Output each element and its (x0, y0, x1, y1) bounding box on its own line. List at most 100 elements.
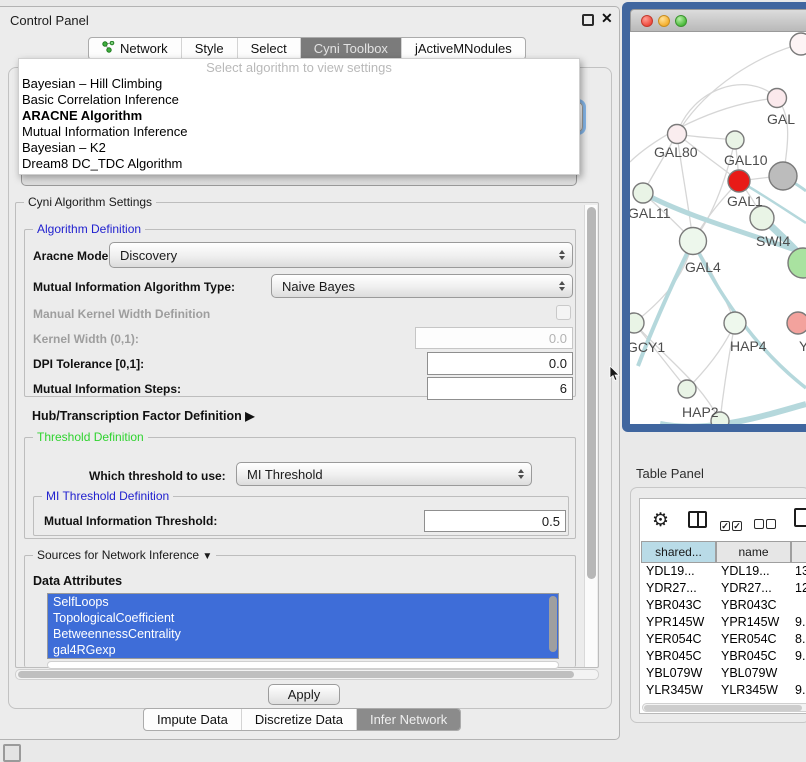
close-icon[interactable]: ✕ (601, 10, 613, 27)
cell-shared: YLR345W (646, 683, 703, 697)
columns-icon[interactable] (688, 511, 707, 528)
combo-arrows-icon (559, 281, 565, 291)
float-window-icon[interactable] (582, 14, 594, 26)
tab-cyni-toolbox[interactable]: Cyni Toolbox (301, 38, 402, 59)
zoom-traffic-light[interactable] (675, 15, 687, 27)
cell-shared: YBR045C (646, 649, 702, 663)
gear-icon[interactable]: ⚙ (652, 509, 669, 532)
node-swi4[interactable] (750, 206, 774, 230)
list-item[interactable]: gal4RGexp (48, 642, 558, 658)
node-label: SWI4 (756, 233, 790, 249)
deselect-all-checkboxes-icon[interactable] (754, 516, 776, 534)
threshold-definition-title: Threshold Definition (33, 430, 148, 444)
node-gal-top[interactable] (768, 89, 787, 108)
tab-impute-data[interactable]: Impute Data (144, 709, 242, 730)
column-header-name-label: name (738, 545, 768, 559)
combo-arrows-icon (518, 469, 524, 479)
table-row[interactable]: YBR043C YBR043C (641, 598, 806, 615)
list-scrollbar-thumb[interactable] (549, 596, 557, 652)
aracne-mode-label: Aracne Mode: (33, 249, 112, 263)
node-partial-top[interactable] (790, 33, 806, 55)
node-gcy1[interactable] (630, 313, 644, 333)
node-hap4[interactable] (724, 312, 746, 334)
node-gal11[interactable] (633, 183, 653, 203)
dpi-tolerance-label: DPI Tolerance [0,1]: (33, 357, 144, 371)
node-gal4[interactable] (680, 228, 707, 255)
column-header-name[interactable]: name (716, 541, 791, 563)
settings-scrollbar-thumb[interactable] (587, 207, 596, 579)
table-row[interactable]: YBL079W YBL079W (641, 666, 806, 683)
table-row[interactable]: YBR045C YBR045C 9. (641, 649, 806, 666)
minimize-traffic-light[interactable] (658, 15, 670, 27)
dock-panel-icon[interactable] (3, 744, 21, 762)
node-gal80[interactable] (668, 125, 687, 144)
which-threshold-combo[interactable]: MI Threshold (236, 462, 532, 486)
screen: Control Panel ✕ Network Style Select (0, 0, 806, 762)
cell-shared: YDR27... (646, 581, 697, 595)
close-traffic-light[interactable] (641, 15, 653, 27)
tab-style-label: Style (195, 41, 224, 56)
table-row[interactable]: YDR27... YDR27... 12 (641, 581, 806, 598)
list-scrollbar[interactable] (547, 594, 558, 659)
dropdown-item[interactable]: Dream8 DC_TDC Algorithm (19, 156, 579, 172)
column-header-partial[interactable] (791, 541, 806, 563)
table-row[interactable]: YER054C YER054C 8. (641, 632, 806, 649)
select-all-checkboxes-icon[interactable]: ✓✓ (720, 516, 742, 534)
cell-value: 13 (795, 564, 806, 578)
sources-group: Sources for Network Inference ▼ Data Att… (24, 555, 576, 667)
node-salmon[interactable] (787, 312, 806, 334)
export-table-icon[interactable] (794, 508, 806, 527)
dropdown-item[interactable]: Mutual Information Inference (19, 124, 579, 140)
column-header-shared[interactable]: shared... (641, 541, 716, 563)
network-view-window[interactable]: GAL GAL80 GAL10 GAL1 GAL11 SWI4 GAL4 GCY… (622, 2, 806, 432)
tab-impute-data-label: Impute Data (157, 712, 228, 727)
node-gal10[interactable] (726, 131, 744, 149)
list-item[interactable]: BetweennessCentrality (48, 626, 558, 642)
mi-steps-value: 6 (560, 381, 567, 396)
cell-shared: YER054C (646, 632, 702, 646)
table-row[interactable]: YIL052C YIL052C 9 (641, 700, 806, 702)
table-hscrollbar-thumb[interactable] (644, 705, 802, 711)
settings-scrollbar[interactable] (584, 205, 597, 667)
table-row[interactable]: YDL19... YDL19... 13 (641, 564, 806, 581)
dropdown-item[interactable]: Basic Correlation Inference (19, 92, 579, 108)
tab-discretize-data-label: Discretize Data (255, 712, 343, 727)
tab-infer-network[interactable]: Infer Network (357, 709, 460, 730)
settings-hscrollbar-thumb[interactable] (18, 671, 574, 678)
dropdown-item[interactable]: Bayesian – K2 (19, 140, 579, 156)
list-item[interactable]: TopologicalCoefficient (48, 610, 558, 626)
node-hub-gray[interactable] (769, 162, 797, 190)
aracne-mode-combo[interactable]: Discovery (109, 242, 573, 268)
apply-button[interactable]: Apply (268, 684, 340, 705)
node-hap2[interactable] (678, 380, 696, 398)
sources-group-title[interactable]: Sources for Network Inference ▼ (33, 548, 216, 562)
data-attributes-label: Data Attributes (33, 574, 122, 588)
kernel-width-field[interactable]: 0.0 (415, 327, 573, 349)
tab-discretize-data[interactable]: Discretize Data (242, 709, 357, 730)
manual-kernel-label: Manual Kernel Width Definition (33, 307, 210, 321)
mi-steps-field[interactable]: 6 (427, 377, 573, 400)
network-canvas[interactable]: GAL GAL80 GAL10 GAL1 GAL11 SWI4 GAL4 GCY… (630, 32, 806, 424)
dropdown-item-selected[interactable]: ARACNE Algorithm (19, 108, 579, 124)
table-hscrollbar[interactable] (642, 703, 806, 712)
list-item[interactable]: SelfLoops (48, 594, 558, 610)
tab-select[interactable]: Select (238, 38, 301, 59)
table-row[interactable]: YLR345W YLR345W 9. (641, 683, 806, 700)
node-gal1-selected[interactable] (728, 170, 750, 192)
table-row[interactable]: YPR145W YPR145W 9. (641, 615, 806, 632)
dpi-tolerance-field[interactable]: 0.0 (427, 352, 573, 375)
mi-type-combo[interactable]: Naive Bayes (271, 274, 573, 298)
tab-jactivemnodules-label: jActiveMNodules (415, 41, 512, 56)
manual-kernel-checkbox[interactable] (556, 305, 571, 320)
network-window-titlebar[interactable] (630, 9, 806, 32)
node-bright-green[interactable] (788, 248, 806, 278)
tab-jactivemnodules[interactable]: jActiveMNodules (402, 38, 525, 59)
list-hscrollbar[interactable] (47, 661, 559, 669)
tab-style[interactable]: Style (182, 38, 238, 59)
settings-hscrollbar[interactable] (15, 669, 599, 680)
node-label: GAL (767, 111, 795, 127)
tab-network[interactable]: Network (89, 38, 182, 59)
mi-threshold-field[interactable]: 0.5 (424, 510, 566, 532)
dropdown-item[interactable]: Bayesian – Hill Climbing (19, 76, 579, 92)
hub-definition-toggle[interactable]: Hub/Transcription Factor Definition ▶ (32, 409, 254, 423)
